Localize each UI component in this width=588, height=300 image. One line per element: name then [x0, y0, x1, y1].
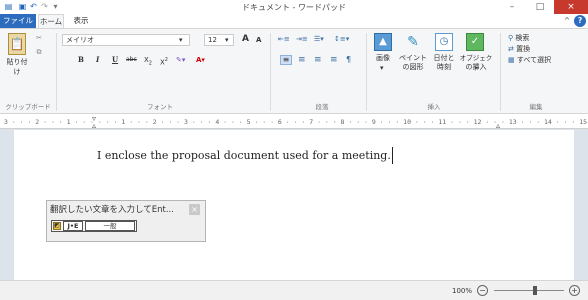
- font-family-dropdown[interactable]: メイリオ ▾: [62, 34, 190, 46]
- calendar-clock-icon[interactable]: ◷: [435, 33, 453, 51]
- ribbon-tab-bar: ファイル ホーム 表示 ^ ?: [0, 14, 588, 28]
- paragraph-settings-icon[interactable]: ¶: [346, 55, 351, 65]
- tab-file[interactable]: ファイル: [0, 14, 36, 28]
- zoom-in-button[interactable]: +: [569, 285, 580, 296]
- group-label-font: フォント: [147, 103, 173, 111]
- group-separator: [500, 33, 501, 111]
- shrink-font-button[interactable]: A: [256, 35, 261, 45]
- maximize-button[interactable]: □: [526, 0, 554, 14]
- font-size-value: 12: [208, 36, 217, 44]
- collapse-ribbon-icon[interactable]: ^: [562, 14, 572, 28]
- grow-font-button[interactable]: A: [242, 34, 249, 44]
- chevron-down-icon: ▾: [380, 64, 384, 72]
- group-label-editing: 編集: [529, 103, 543, 111]
- underline-button[interactable]: U: [112, 55, 118, 65]
- zoom-slider-track[interactable]: [494, 290, 564, 291]
- group-separator: [366, 33, 367, 111]
- group-separator: [56, 33, 57, 111]
- close-button[interactable]: ×: [554, 0, 588, 14]
- find-icon: ⚲: [508, 34, 514, 42]
- picture-button-label[interactable]: 画像: [372, 53, 394, 63]
- select-all-button[interactable]: ▦ すべて選択: [508, 55, 551, 65]
- zoom-out-button[interactable]: −: [477, 285, 488, 296]
- subscript-button[interactable]: X2: [144, 55, 152, 68]
- ime-mode-button[interactable]: 一般: [85, 221, 135, 231]
- paste-icon[interactable]: 📋: [8, 33, 26, 55]
- find-button[interactable]: ⚲ 検索: [508, 33, 529, 43]
- paint-drawing-label-2[interactable]: の図形: [398, 62, 428, 72]
- insert-object-label-2[interactable]: の挿入: [458, 62, 494, 72]
- replace-icon: ⇄: [508, 45, 514, 53]
- text-caret: [392, 147, 393, 164]
- document-text[interactable]: I enclose the proposal document used for…: [97, 149, 391, 162]
- font-color-button[interactable]: A▾: [196, 55, 205, 65]
- ime-language-button[interactable]: J•E: [63, 221, 83, 231]
- ribbon: 📋 貼り付け ✂ ⧉ クリップボード メイリオ ▾ 12 ▾ A A B I U…: [0, 28, 588, 114]
- group-separator: [270, 33, 271, 111]
- group-label-clipboard: クリップボード: [5, 103, 51, 111]
- increase-indent-icon[interactable]: ⇥≡: [296, 34, 308, 44]
- line-spacing-icon[interactable]: ↕≡▾: [334, 34, 349, 44]
- decrease-indent-icon[interactable]: ⇤≡: [278, 34, 290, 44]
- insert-object-icon[interactable]: ✓: [466, 33, 484, 51]
- ime-settings-icon[interactable]: ◩: [53, 222, 61, 230]
- help-icon[interactable]: ?: [574, 15, 586, 27]
- chevron-down-icon: ▾: [179, 36, 183, 44]
- justify-icon[interactable]: ≡: [330, 55, 338, 65]
- tab-home[interactable]: ホーム: [38, 14, 64, 28]
- ruler[interactable]: 3 · · · 2 · · · 1 · · · · · · 1 · · · 2 …: [0, 115, 588, 130]
- chevron-down-icon: ▾: [225, 36, 229, 44]
- align-center-icon[interactable]: ≡: [298, 55, 306, 65]
- replace-button[interactable]: ⇄ 置換: [508, 44, 530, 54]
- select-all-icon: ▦: [508, 56, 515, 64]
- font-family-value: メイリオ: [66, 36, 94, 44]
- ime-translate-popup[interactable]: 翻訳したい文章を入力してEnt... × ◩ J•E 一般: [46, 200, 206, 242]
- highlight-color-button[interactable]: ✎▾: [176, 55, 185, 65]
- align-right-icon[interactable]: ≡: [314, 55, 322, 65]
- ime-popup-title: 翻訳したい文章を入力してEnt...: [50, 205, 174, 215]
- select-all-label: すべて選択: [516, 56, 552, 64]
- title-bar: ▤ ▣ ↶ ↷ ▾ ドキュメント - ワードパッド – □ ×: [0, 0, 588, 14]
- italic-button[interactable]: I: [96, 55, 99, 65]
- datetime-label-2[interactable]: 時刻: [430, 62, 458, 72]
- superscript-button[interactable]: X2: [160, 55, 168, 67]
- paste-button-label[interactable]: 貼り付け: [4, 57, 30, 77]
- copy-icon[interactable]: ⧉: [34, 47, 44, 57]
- paint-drawing-icon[interactable]: ✎: [404, 33, 422, 51]
- bullet-list-icon[interactable]: ☰▾: [314, 34, 324, 44]
- replace-label: 置換: [516, 45, 531, 53]
- zoom-level-text: 100%: [452, 287, 473, 295]
- ime-close-button[interactable]: ×: [189, 204, 200, 215]
- status-bar: 100% − +: [0, 280, 588, 300]
- group-label-insert: 挿入: [427, 103, 441, 111]
- bold-button[interactable]: B: [78, 55, 84, 65]
- font-size-dropdown[interactable]: 12 ▾: [204, 34, 234, 46]
- tab-view[interactable]: 表示: [68, 14, 94, 28]
- group-label-paragraph: 段落: [315, 103, 329, 111]
- left-indent-marker[interactable]: ▵: [92, 122, 96, 130]
- minimize-button[interactable]: –: [498, 0, 526, 14]
- cut-icon[interactable]: ✂: [34, 33, 44, 43]
- right-indent-marker[interactable]: ▵: [496, 122, 500, 130]
- zoom-slider-thumb[interactable]: [533, 286, 537, 295]
- picture-icon[interactable]: ▲: [374, 33, 392, 51]
- ime-toolbar: ◩ J•E 一般: [51, 220, 137, 232]
- find-label: 検索: [515, 34, 530, 42]
- strikethrough-button[interactable]: abc: [126, 55, 137, 65]
- align-left-icon[interactable]: ≡: [280, 55, 292, 65]
